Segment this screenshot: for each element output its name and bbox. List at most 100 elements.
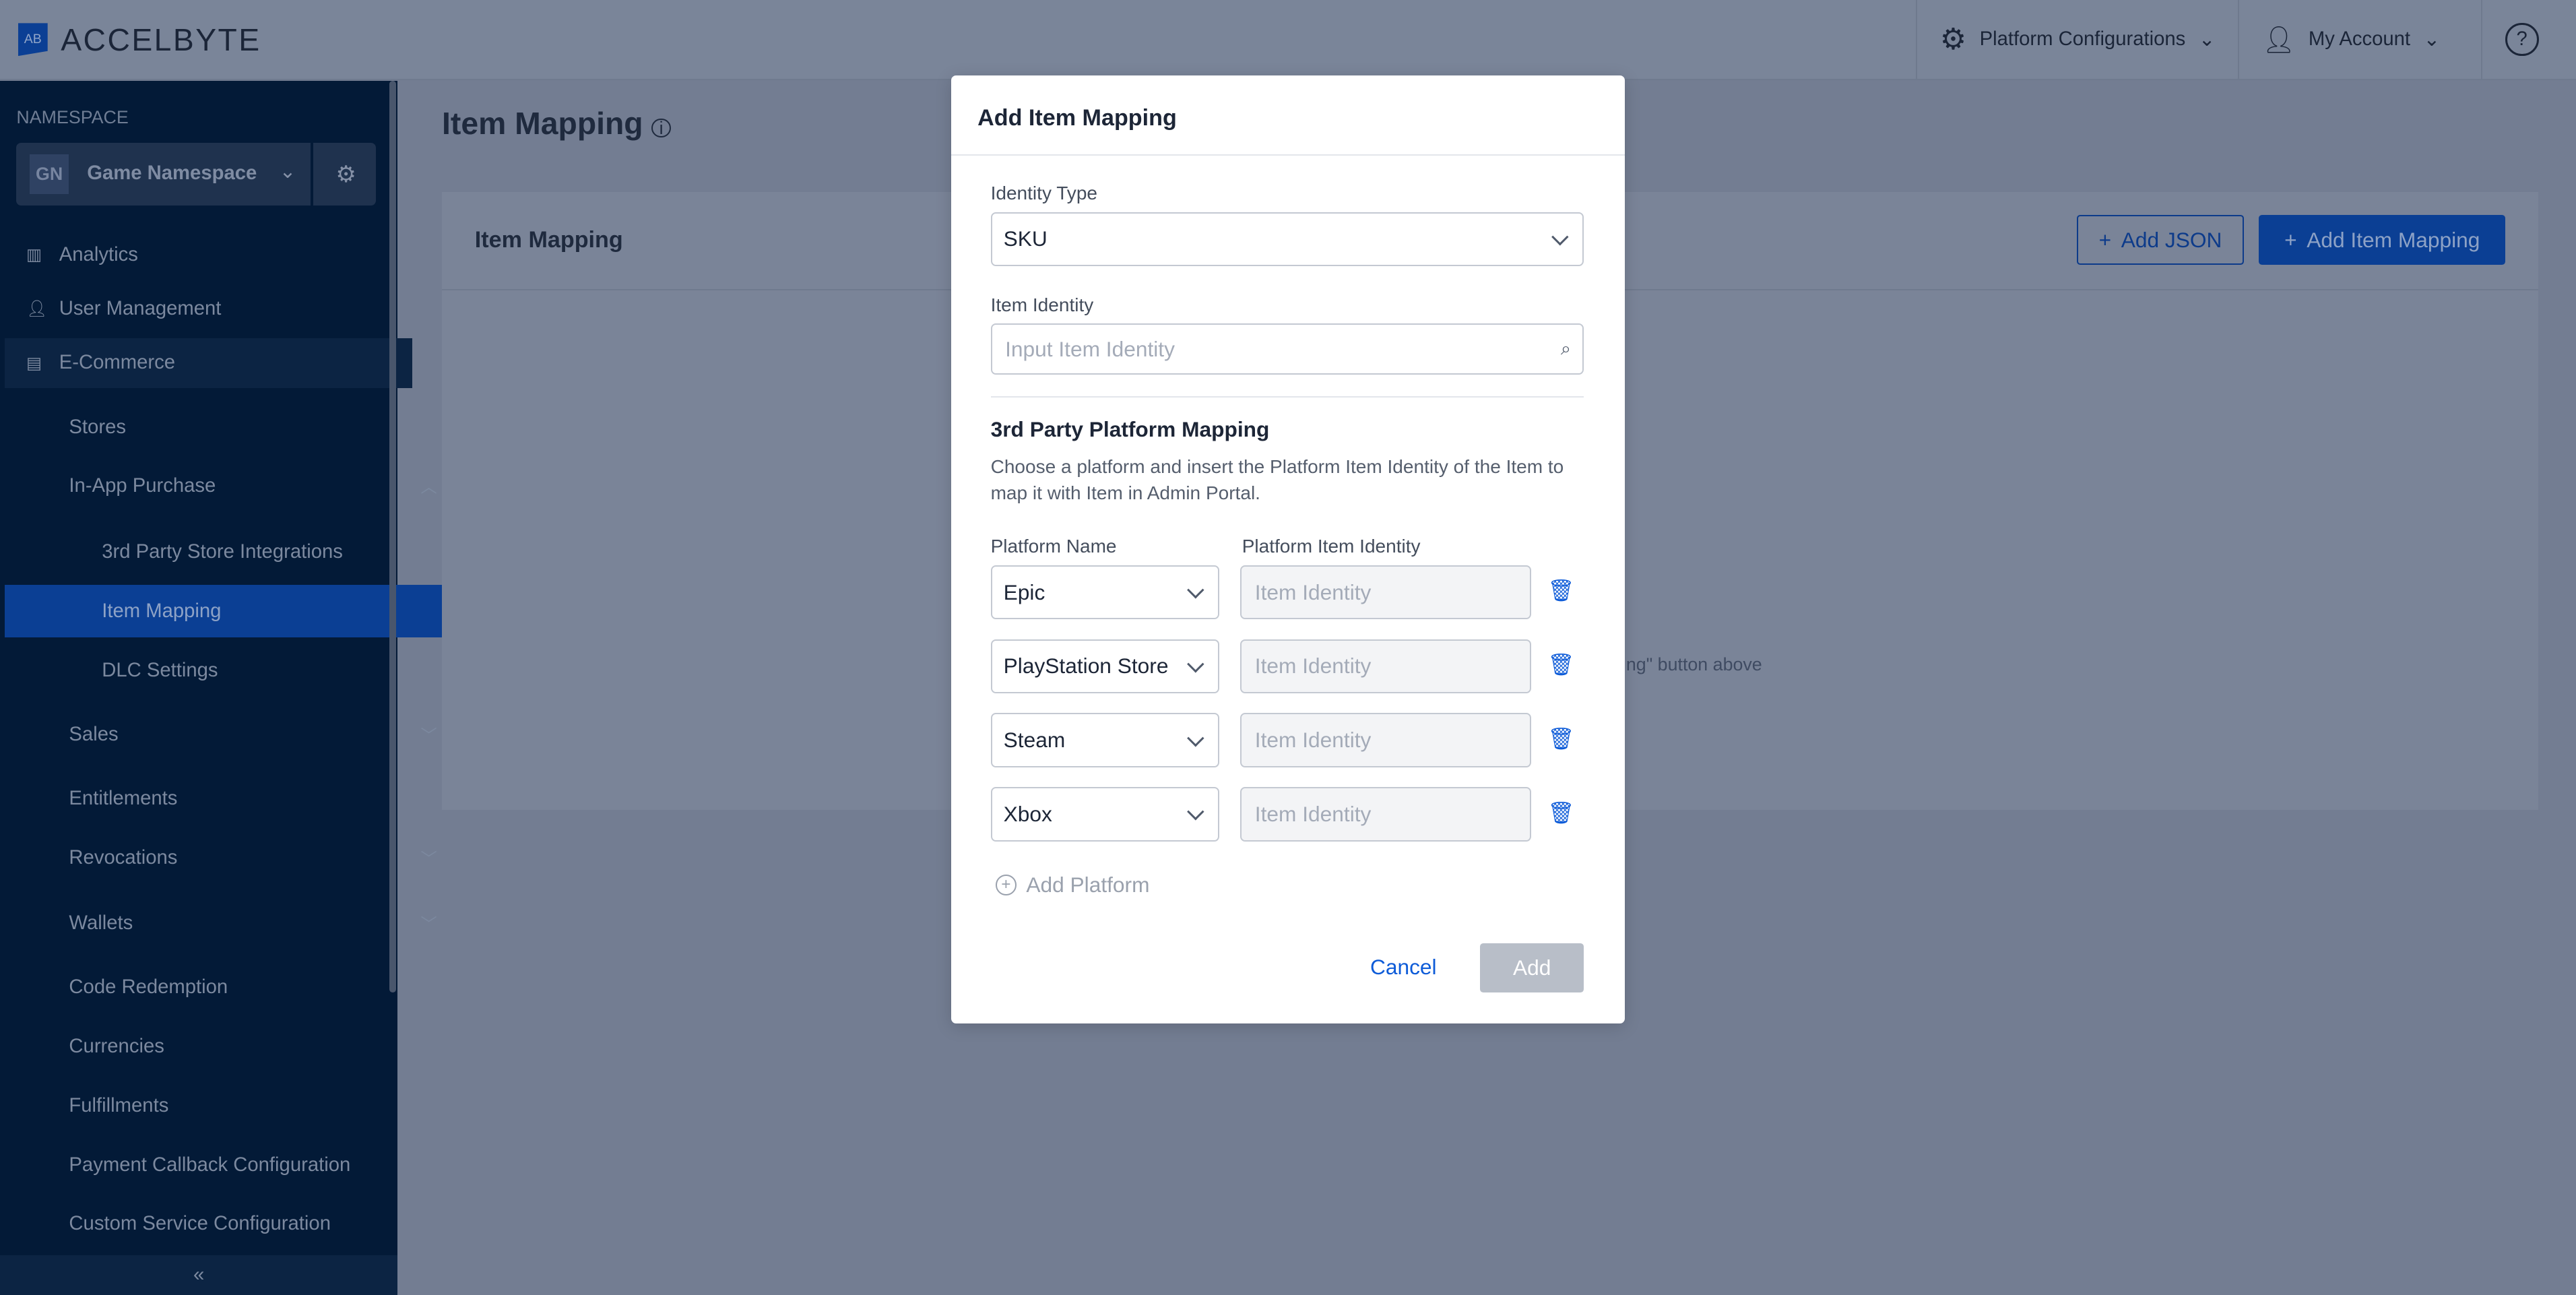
item-identity-input[interactable]: Input Item Identity ⌕	[990, 323, 1584, 375]
platform-configurations-menu[interactable]: ⚙ Platform Configurations ⌄	[1915, 0, 2239, 80]
gear-icon: ⚙	[335, 161, 356, 187]
add-json-button[interactable]: + Add JSON	[2076, 215, 2245, 265]
sidebar-item-e-commerce[interactable]: ▤ E-Commerce	[5, 338, 413, 388]
chevron-down-icon	[1186, 729, 1204, 747]
input-placeholder: Item Identity	[1254, 654, 1372, 678]
namespace-selector[interactable]: GN Game Namespace ⌄ ⚙	[16, 143, 379, 206]
sidebar-item-label: Currencies	[69, 1036, 164, 1057]
gear-icon: ⚙	[1939, 23, 1967, 57]
identity-type-label: Identity Type	[990, 182, 1098, 203]
sidebar-item-dlc-settings[interactable]: DLC Settings	[0, 645, 493, 695]
plus-icon: +	[2284, 227, 2297, 252]
add-item-mapping-label: Add Item Mapping	[2307, 227, 2480, 252]
platform-item-identity-label: Platform Item Identity	[1242, 536, 1421, 557]
accelbyte-logo[interactable]: AB ACCELBYTE	[18, 22, 261, 58]
platform-item-identity-input[interactable]: Item Identity	[1240, 639, 1531, 694]
plus-circle-icon: +	[995, 875, 1017, 895]
chevron-down-icon	[1186, 803, 1204, 821]
modal-title: Add Item Mapping	[977, 105, 1177, 131]
namespace-label: NAMESPACE	[16, 106, 129, 127]
add-item-mapping-button[interactable]: + Add Item Mapping	[2259, 215, 2506, 265]
platform-value: Steam	[1003, 728, 1066, 753]
namespace-avatar: GN	[29, 154, 69, 194]
platform-select[interactable]: Steam	[990, 713, 1219, 767]
sidebar-item-3rd-party-store-integrations[interactable]: 3rd Party Store Integrations	[0, 528, 493, 577]
trash-icon[interactable]: 🗑︎	[1547, 726, 1574, 751]
sidebar-item-label: Item Mapping	[102, 600, 222, 622]
sidebar-item-label: 3rd Party Store Integrations	[102, 540, 343, 563]
my-account-label: My Account	[2308, 28, 2411, 51]
top-header: AB ACCELBYTE ⚙ Platform Configurations ⌄…	[0, 0, 2576, 81]
platform-select[interactable]: Epic	[990, 565, 1219, 620]
user-icon: 👤︎	[2261, 25, 2296, 55]
sidebar: NAMESPACE GN Game Namespace ⌄ ⚙ ▥ Analyti…	[0, 80, 488, 1295]
platform-item-identity-input[interactable]: Item Identity	[1240, 713, 1531, 767]
identity-type-select[interactable]: SKU	[990, 212, 1584, 267]
chevron-up-icon: ︿	[420, 478, 437, 497]
user-icon: 👤︎	[26, 300, 47, 319]
sidebar-item-fulfillments[interactable]: Fulfillments	[0, 1081, 460, 1131]
logo-text: ACCELBYTE	[61, 22, 261, 57]
sidebar-item-payment-callback-configuration[interactable]: Payment Callback Configuration	[0, 1141, 460, 1190]
namespace-settings-button[interactable]: ⚙	[310, 143, 379, 206]
sidebar-item-label: Stores	[69, 416, 126, 438]
platform-select[interactable]: Xbox	[990, 787, 1219, 842]
collapse-sidebar-button[interactable]: «	[0, 1255, 398, 1295]
sidebar-item-label: In-App Purchase	[69, 475, 216, 497]
chevron-down-icon	[1186, 655, 1204, 672]
add-platform-button[interactable]: + Add Platform	[995, 872, 1150, 897]
platform-value: Xbox	[1003, 801, 1052, 826]
trash-icon[interactable]: 🗑︎	[1547, 652, 1574, 677]
search-icon: ⌕	[1560, 338, 1571, 359]
store-icon: ▤	[26, 354, 42, 373]
input-placeholder: Item Identity	[1254, 728, 1372, 753]
chevron-down-icon: ﹀	[420, 850, 437, 868]
add-button[interactable]: Add	[1480, 943, 1584, 992]
sidebar-item-label: Sales	[69, 723, 119, 745]
sidebar-item-label: Revocations	[69, 846, 178, 868]
page-title: Item Mapping i	[442, 105, 671, 141]
input-placeholder: Item Identity	[1254, 579, 1372, 604]
chevron-down-icon: ⌄	[2198, 29, 2216, 51]
chevron-down-icon: ﹀	[420, 726, 437, 745]
divider	[990, 396, 1584, 398]
platform-item-identity-input[interactable]: Item Identity	[1240, 787, 1531, 842]
sidebar-item-label: E-Commerce	[59, 352, 176, 374]
sidebar-item-label: Analytics	[59, 243, 138, 265]
page-title-text: Item Mapping	[442, 106, 643, 141]
info-icon[interactable]: i	[651, 119, 671, 138]
add-json-label: Add JSON	[2121, 227, 2222, 252]
chevron-down-icon	[1186, 581, 1204, 599]
sidebar-item-label: Entitlements	[69, 787, 178, 809]
sidebar-item-currencies[interactable]: Currencies	[0, 1022, 460, 1071]
identity-type-value: SKU	[1003, 226, 1048, 251]
chevron-down-icon: ⌄	[279, 160, 296, 183]
chart-icon: ▥	[26, 246, 42, 264]
trash-icon[interactable]: 🗑︎	[1547, 578, 1574, 603]
namespace-name: Game Namespace	[87, 162, 257, 185]
add-platform-label: Add Platform	[1026, 872, 1150, 897]
sidebar-item-item-mapping[interactable]: Item Mapping	[5, 585, 488, 638]
platform-select[interactable]: PlayStation Store	[990, 639, 1219, 694]
item-identity-placeholder: Input Item Identity	[1005, 336, 1175, 361]
sidebar-item-label: DLC Settings	[102, 659, 218, 681]
cancel-button[interactable]: Cancel	[1370, 955, 1437, 980]
sidebar-item-label: Payment Callback Configuration	[69, 1154, 351, 1176]
add-item-mapping-modal: Add Item Mapping Identity Type SKU Item …	[951, 75, 1625, 1024]
platform-configurations-label: Platform Configurations	[1979, 28, 2186, 51]
my-account-menu[interactable]: 👤︎ My Account ⌄	[2237, 0, 2482, 80]
sidebar-item-label: Fulfillments	[69, 1094, 169, 1116]
sidebar-item-label: Custom Service Configuration	[69, 1213, 331, 1235]
sidebar-item-analytics[interactable]: ▥ Analytics	[0, 230, 417, 279]
item-identity-label: Item Identity	[990, 294, 1094, 315]
help-button[interactable]: ?	[2480, 0, 2576, 80]
sidebar-item-label: User Management	[59, 297, 222, 319]
sidebar-scrollbar[interactable]	[389, 80, 396, 993]
plus-icon: +	[2098, 227, 2112, 252]
trash-icon[interactable]: 🗑︎	[1547, 800, 1574, 825]
sidebar-item-custom-service-configuration[interactable]: Custom Service Configuration	[0, 1199, 460, 1249]
platform-item-identity-input[interactable]: Item Identity	[1240, 565, 1531, 620]
platform-value: Epic	[1003, 579, 1045, 604]
sidebar-item-user-management[interactable]: 👤︎ User Management	[0, 284, 417, 334]
card-title: Item Mapping	[474, 226, 623, 253]
